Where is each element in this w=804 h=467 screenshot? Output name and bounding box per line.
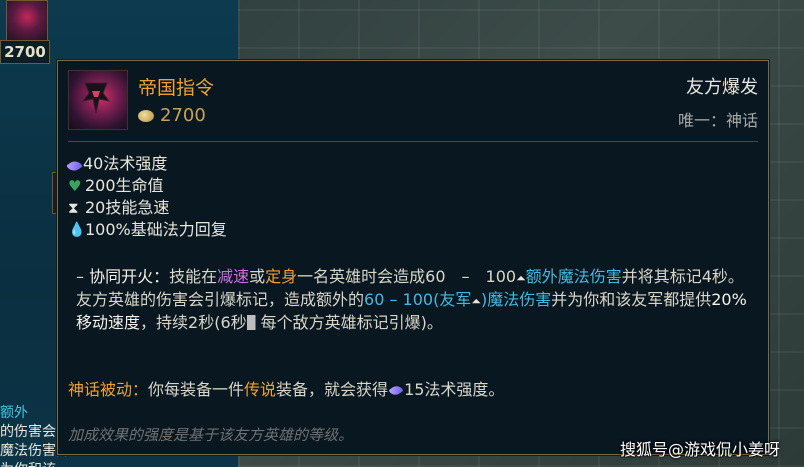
ally-level-icon: ⏶	[471, 294, 481, 308]
imperial-mandate-icon	[68, 70, 128, 130]
level-scaling-icon: ⏶	[516, 271, 526, 285]
mythic-text-2: 装备，就会获得	[276, 380, 389, 399]
stat-text: 200生命值	[85, 176, 164, 195]
passive-text-2: 或	[249, 267, 266, 286]
imperial-mandate-thumbnail-icon[interactable]	[6, 0, 48, 42]
passive-bullet: –	[76, 267, 84, 286]
slow-keyword: 减速	[217, 267, 250, 286]
passive-text-5: 并为你和该友军都提供	[551, 290, 712, 309]
bonus-magic-damage: 额外魔法伤害	[525, 267, 622, 286]
mythic-text-3: 15法术强度。	[404, 380, 505, 399]
header-divider	[68, 141, 758, 142]
immobilize-keyword: 定身	[265, 267, 298, 286]
health-icon: ♥	[68, 176, 82, 195]
missing-glyph-icon	[246, 315, 261, 330]
mythic-passive: 神话被动：你每装备一件传说装备，就会获得 15法术强度。	[68, 379, 504, 401]
mana-regen-icon: 💧	[68, 221, 86, 238]
mandate-emblem-icon	[81, 82, 111, 114]
item-cost: 2700	[138, 105, 206, 126]
stat-text: 100%基础法力回复	[85, 220, 227, 239]
stat-ability-power: 40法术强度	[66, 153, 227, 175]
passive-description: – 协同开火：技能在减速或定身一名英雄时会造成60 – 100⏶额外魔法伤害并将…	[76, 266, 756, 334]
scaling-note: 加成效果的强度是基于该友方英雄的等级。	[68, 426, 354, 444]
mark-damage-close: )魔法伤害	[480, 290, 552, 309]
stat-mana-regen: 💧 100%基础法力回复	[68, 219, 227, 241]
item-uniqueness: 唯一：神话	[677, 111, 758, 130]
passive-text-6: ，持续2秒(6秒	[140, 313, 247, 332]
watermark-text: 搜狐号@游戏侃小姜呀	[620, 440, 781, 459]
item-name: 帝国指令	[138, 77, 215, 99]
passive-text-1: 技能在	[169, 267, 218, 286]
ability-power-icon	[388, 383, 404, 398]
mythic-text-1: 你每装备一件	[148, 380, 245, 399]
gold-coin-icon	[138, 109, 154, 122]
ability-power-icon	[66, 157, 83, 174]
item-category: 友方爆发	[686, 77, 758, 98]
legendary-keyword: 传说	[244, 380, 277, 399]
mark-damage-range: 60 – 100(友军	[364, 290, 472, 309]
stat-text: 40法术强度	[83, 154, 168, 173]
stat-text: 20技能急速	[85, 198, 170, 217]
item-tooltip: 帝国指令 2700 友方爆发 唯一：神话 40法术强度 ♥ 200生命值 ⧗ 2…	[57, 60, 769, 455]
stat-list: 40法术强度 ♥ 200生命值 ⧗ 20技能急速 💧 100%基础法力回复	[66, 153, 227, 241]
thumbnail-price: 2700	[0, 40, 50, 64]
stat-ability-haste: ⧗ 20技能急速	[68, 197, 227, 219]
passive-text-3: 一名英雄时会造成60 – 100	[297, 267, 517, 286]
item-cost-value: 2700	[160, 105, 206, 126]
passive-name: 协同开火：	[89, 267, 170, 286]
ability-haste-icon: ⧗	[68, 198, 79, 217]
stat-health: ♥ 200生命值	[68, 175, 227, 197]
mythic-label: 神话被动：	[68, 380, 149, 399]
passive-text-7: 每个敌方英雄标记引爆)。	[260, 313, 443, 332]
